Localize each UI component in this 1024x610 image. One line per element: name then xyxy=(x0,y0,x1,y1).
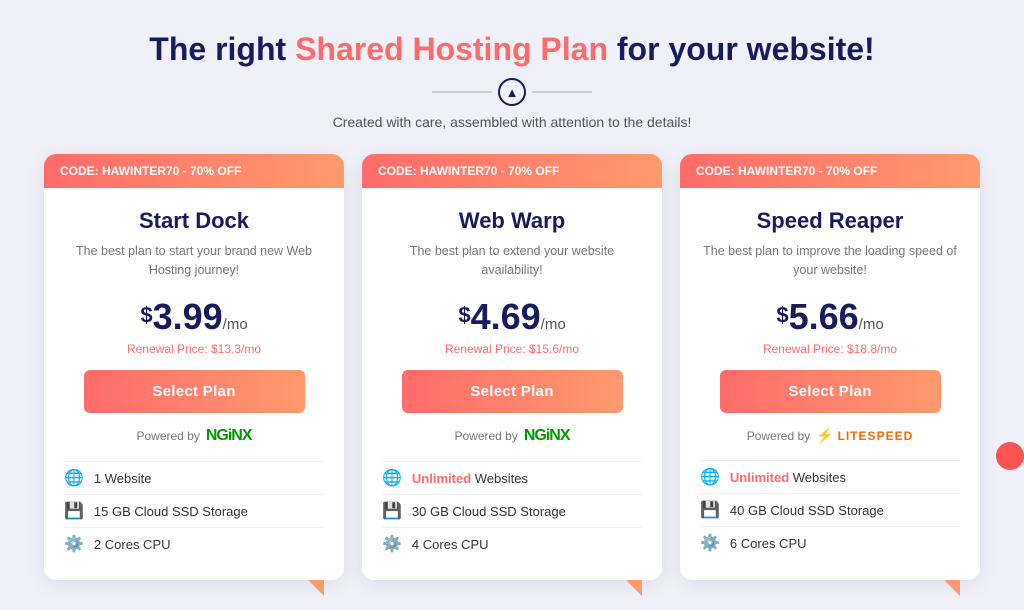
divider-line-right xyxy=(532,91,592,93)
heading-section: The right Shared Hosting Plan for your w… xyxy=(22,30,1002,130)
litespeed-logo-speed-reaper: ⚡LITESPEED xyxy=(816,427,913,444)
plan-card-start-dock: CODE: HAWINTER70 - 70% OFF Start Dock Th… xyxy=(44,154,344,580)
card-body-speed-reaper: Speed Reaper The best plan to improve th… xyxy=(680,188,980,444)
feature-storage-speed-reaper: 💾 40 GB Cloud SSD Storage xyxy=(700,493,960,526)
plan-name-speed-reaper: Speed Reaper xyxy=(700,208,960,234)
feature-websites-start-dock: 🌐 1 Website xyxy=(64,461,324,494)
divider-line-left xyxy=(432,91,492,93)
powered-by-web-warp: Powered by NGiNX xyxy=(382,427,642,445)
card-body-web-warp: Web Warp The best plan to extend your we… xyxy=(362,188,662,445)
price-block-web-warp: $4.69/mo xyxy=(382,296,642,338)
card-body-start-dock: Start Dock The best plan to start your b… xyxy=(44,188,344,445)
features-list-speed-reaper: 🌐 Unlimited Websites 💾 40 GB Cloud SSD S… xyxy=(680,460,980,559)
feature-text-websites-web-warp: Unlimited Websites xyxy=(412,471,528,486)
promo-badge-speed-reaper: CODE: HAWINTER70 - 70% OFF xyxy=(680,154,980,188)
feature-text-cpu-speed-reaper: 6 Cores CPU xyxy=(730,536,807,551)
nginx-logo-web-warp: NGiNX xyxy=(524,427,570,445)
price-block-speed-reaper: $5.66/mo xyxy=(700,296,960,338)
feature-icon-websites-start-dock: 🌐 xyxy=(64,468,84,488)
powered-label-speed-reaper: Powered by xyxy=(747,429,810,443)
renewal-start-dock: Renewal Price: $13.3/mo xyxy=(64,342,324,356)
feature-icon-websites-web-warp: 🌐 xyxy=(382,468,402,488)
powered-by-start-dock: Powered by NGiNX xyxy=(64,427,324,445)
plan-card-web-warp: CODE: HAWINTER70 - 70% OFF Web Warp The … xyxy=(362,154,662,580)
price-dollar-web-warp: $ xyxy=(458,303,470,328)
plan-name-start-dock: Start Dock xyxy=(64,208,324,234)
promo-code-speed-reaper: CODE: HAWINTER70 - 70% OFF xyxy=(696,164,877,178)
feature-storage-start-dock: 💾 15 GB Cloud SSD Storage xyxy=(64,494,324,527)
feature-cpu-web-warp: ⚙️ 4 Cores CPU xyxy=(382,527,642,560)
feature-storage-web-warp: 💾 30 GB Cloud SSD Storage xyxy=(382,494,642,527)
red-dot-decoration xyxy=(996,442,1024,470)
title-start: The right xyxy=(149,31,295,67)
features-list-start-dock: 🌐 1 Website 💾 15 GB Cloud SSD Storage ⚙️… xyxy=(44,461,344,560)
feature-icon-websites-speed-reaper: 🌐 xyxy=(700,467,720,487)
feature-websites-speed-reaper: 🌐 Unlimited Websites xyxy=(700,460,960,493)
nginx-logo-start-dock: NGiNX xyxy=(206,427,252,445)
powered-label-start-dock: Powered by xyxy=(136,429,199,443)
title-end: for your website! xyxy=(608,31,875,67)
promo-badge-web-warp: CODE: HAWINTER70 - 70% OFF xyxy=(362,154,662,188)
price-per-start-dock: /mo xyxy=(223,316,248,333)
page-wrapper: The right Shared Hosting Plan for your w… xyxy=(22,30,1002,580)
feature-cpu-speed-reaper: ⚙️ 6 Cores CPU xyxy=(700,526,960,559)
renewal-web-warp: Renewal Price: $15.6/mo xyxy=(382,342,642,356)
feature-text-storage-speed-reaper: 40 GB Cloud SSD Storage xyxy=(730,503,884,518)
features-list-web-warp: 🌐 Unlimited Websites 💾 30 GB Cloud SSD S… xyxy=(362,461,662,560)
select-plan-button-start-dock[interactable]: Select Plan xyxy=(84,370,305,413)
price-start-dock: 3.99 xyxy=(153,296,223,337)
subtitle: Created with care, assembled with attent… xyxy=(22,114,1002,130)
price-block-start-dock: $3.99/mo xyxy=(64,296,324,338)
feature-text-cpu-web-warp: 4 Cores CPU xyxy=(412,537,489,552)
plan-name-web-warp: Web Warp xyxy=(382,208,642,234)
divider-icon-circle: ▲ xyxy=(498,78,526,106)
title-highlight: Shared Hosting Plan xyxy=(295,31,608,67)
price-speed-reaper: 5.66 xyxy=(789,296,859,337)
feature-icon-storage-web-warp: 💾 xyxy=(382,501,402,521)
litespeed-bolt-icon: ⚡ xyxy=(816,427,834,444)
price-dollar-speed-reaper: $ xyxy=(776,303,788,328)
powered-by-speed-reaper: Powered by ⚡LITESPEED xyxy=(700,427,960,444)
powered-label-web-warp: Powered by xyxy=(454,429,517,443)
promo-badge-start-dock: CODE: HAWINTER70 - 70% OFF xyxy=(44,154,344,188)
feature-icon-cpu-speed-reaper: ⚙️ xyxy=(700,533,720,553)
feature-icon-cpu-web-warp: ⚙️ xyxy=(382,534,402,554)
price-web-warp: 4.69 xyxy=(471,296,541,337)
feature-cpu-start-dock: ⚙️ 2 Cores CPU xyxy=(64,527,324,560)
select-plan-button-web-warp[interactable]: Select Plan xyxy=(402,370,623,413)
main-title: The right Shared Hosting Plan for your w… xyxy=(22,30,1002,68)
price-per-speed-reaper: /mo xyxy=(859,316,884,333)
price-dollar-start-dock: $ xyxy=(140,303,152,328)
plan-card-speed-reaper: CODE: HAWINTER70 - 70% OFF Speed Reaper … xyxy=(680,154,980,580)
feature-websites-web-warp: 🌐 Unlimited Websites xyxy=(382,461,642,494)
price-per-web-warp: /mo xyxy=(541,316,566,333)
plan-desc-start-dock: The best plan to start your brand new We… xyxy=(64,242,324,282)
plan-desc-web-warp: The best plan to extend your website ava… xyxy=(382,242,642,282)
promo-code-start-dock: CODE: HAWINTER70 - 70% OFF xyxy=(60,164,241,178)
feature-icon-storage-speed-reaper: 💾 xyxy=(700,500,720,520)
feature-icon-cpu-start-dock: ⚙️ xyxy=(64,534,84,554)
feature-text-storage-web-warp: 30 GB Cloud SSD Storage xyxy=(412,504,566,519)
divider: ▲ xyxy=(22,78,1002,106)
plan-desc-speed-reaper: The best plan to improve the loading spe… xyxy=(700,242,960,282)
feature-text-websites-speed-reaper: Unlimited Websites xyxy=(730,470,846,485)
promo-code-web-warp: CODE: HAWINTER70 - 70% OFF xyxy=(378,164,559,178)
cards-container: CODE: HAWINTER70 - 70% OFF Start Dock Th… xyxy=(22,154,1002,580)
renewal-speed-reaper: Renewal Price: $18.8/mo xyxy=(700,342,960,356)
feature-text-cpu-start-dock: 2 Cores CPU xyxy=(94,537,171,552)
feature-text-websites-start-dock: 1 Website xyxy=(94,471,152,486)
feature-icon-storage-start-dock: 💾 xyxy=(64,501,84,521)
feature-text-storage-start-dock: 15 GB Cloud SSD Storage xyxy=(94,504,248,519)
select-plan-button-speed-reaper[interactable]: Select Plan xyxy=(720,370,941,413)
